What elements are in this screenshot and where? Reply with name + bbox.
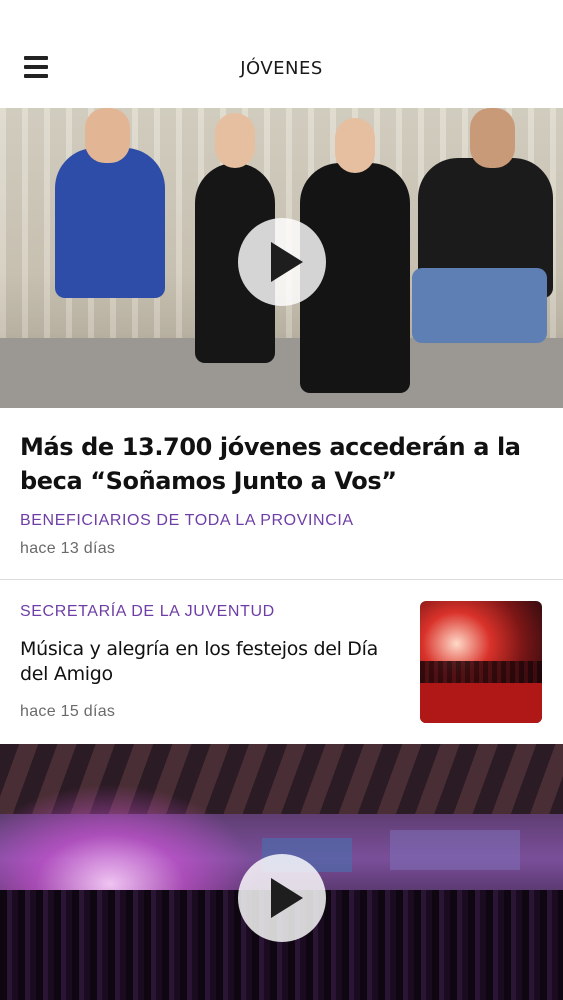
article-title[interactable]: Más de 13.700 jóvenes accederán a la bec… <box>20 430 540 498</box>
article-thumbnail[interactable] <box>420 601 542 723</box>
play-icon[interactable] <box>238 854 326 942</box>
page-title: JÓVENES <box>240 58 323 79</box>
article-timestamp: hace 15 días <box>20 703 116 720</box>
article-category: SECRETARÍA DE LA JUVENTUD <box>20 603 275 620</box>
list-item[interactable]: SECRETARÍA DE LA JUVENTUD Música y alegr… <box>0 581 563 744</box>
featured-article[interactable]: Más de 13.700 jóvenes accederán a la bec… <box>0 408 563 580</box>
play-icon[interactable] <box>238 218 326 306</box>
article-category: BENEFICIARIOS DE TODA LA PROVINCIA <box>20 512 354 529</box>
video-card-image[interactable] <box>0 744 563 1000</box>
app-header: JÓVENES <box>0 0 563 108</box>
featured-video-image[interactable] <box>0 108 563 408</box>
article-timestamp: hace 13 días <box>20 540 116 557</box>
article-title[interactable]: Música y alegría en los festejos del Día… <box>20 637 400 687</box>
person-photo <box>55 148 165 298</box>
